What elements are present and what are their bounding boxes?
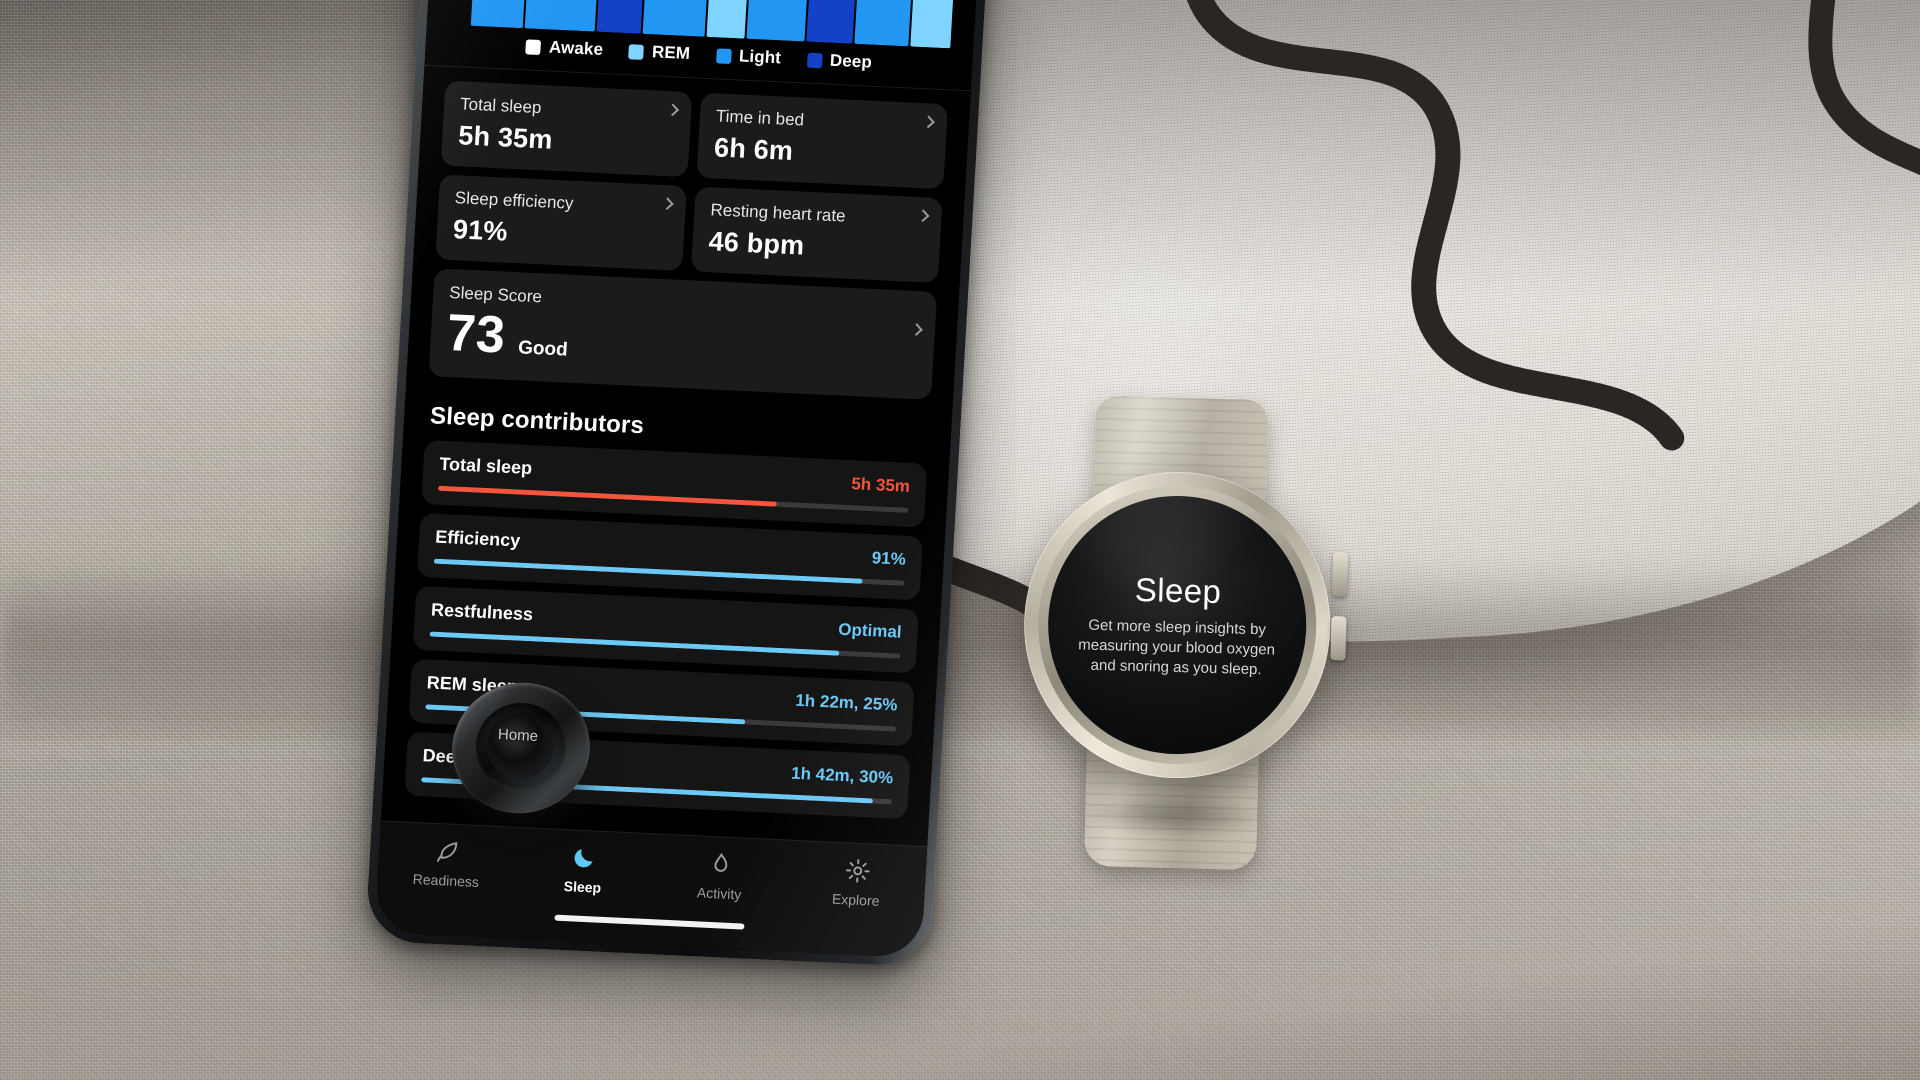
watch-screen-title: Sleep [1134,570,1222,610]
sparkle-icon [844,855,872,886]
contributor-name: Restfulness [430,599,534,625]
hypnogram-bar [642,0,709,37]
legend-item-light: Light [715,45,782,68]
contributor-value: 91% [871,548,907,569]
contributor-row[interactable]: Total sleep 5h 35m [421,440,928,528]
legend-label: Awake [548,37,604,59]
tab-label: Sleep [563,878,602,896]
hypnogram-bar [854,0,913,47]
metric-label: Resting heart rate [710,200,847,226]
watch-drop-shadow [1036,786,1308,846]
legend-item-deep: Deep [806,50,872,73]
leaf-icon [434,836,462,867]
metric-value: 5h 35m [457,120,554,155]
contributor-value: 5h 35m [850,474,911,496]
moon-icon [570,842,598,873]
tab-explore[interactable]: Explore [787,853,927,911]
watch-case: Sleep Get more sleep insights by measuri… [1020,468,1335,782]
scene: Awake REM Light Deep Total sleep 5h 35m Time … [0,0,1920,1080]
legend-label: Light [738,46,782,68]
legend-swatch-icon [628,43,645,60]
hypnogram-bar [470,0,527,29]
contributor-value: Optimal [837,619,903,642]
contributor-row[interactable]: Efficiency 91% [416,512,924,601]
legend-swatch-icon [525,38,542,55]
tab-label: Activity [696,884,742,903]
tab-sleep[interactable]: Sleep [514,840,654,898]
contributor-row[interactable]: Restfulness Optimal [412,585,919,674]
sofa-bottom-shading [0,740,1920,1080]
sleep-score-qualifier: Good [517,337,569,361]
metric-card[interactable]: Resting heart rate 46 bpm [690,186,943,284]
tab-label: Explore [831,890,880,909]
home-tab-label[interactable]: Home [498,726,539,745]
tab-activity[interactable]: Activity [650,846,790,904]
tab-readiness[interactable]: Readiness [377,833,517,891]
smartwatch: Sleep Get more sleep insights by measuri… [1006,394,1349,872]
legend-swatch-icon [806,52,823,68]
sleep-score-card[interactable]: Sleep Score 73 Good [428,268,938,400]
hypnogram-bar [706,0,751,39]
contributor-name: Total sleep [438,453,533,479]
metric-value: 46 bpm [707,226,806,261]
watch-screen-subtitle: Get more sleep insights by measuring you… [1078,616,1276,679]
metric-value: 6h 6m [713,132,794,167]
legend-swatch-icon [715,47,732,64]
metric-label: Total sleep [459,94,542,118]
legend-item-rem: REM [628,41,691,64]
contributor-progress-fill [437,485,777,507]
smartphone: Awake REM Light Deep Total sleep 5h 35m Time … [364,0,997,968]
hypnogram-bar [524,0,601,32]
watch-side-button-bottom[interactable] [1330,616,1347,661]
metric-label: Sleep efficiency [454,188,575,213]
sleep-score-value: 73 [445,304,507,365]
contributor-value: 1h 22m, 25% [794,690,898,715]
hypnogram-bar [910,0,958,49]
contributor-name: Efficiency [434,526,521,551]
legend-label: REM [651,42,691,64]
hypnogram-bar [806,0,859,44]
legend-label: Deep [829,50,873,72]
contributor-value: 1h 42m, 30% [790,763,894,788]
legend-item-awake: Awake [525,36,604,60]
hypnogram-bar [746,0,809,42]
metric-card[interactable]: Sleep efficiency 91% [435,174,687,271]
sleep-metrics-grid: Total sleep 5h 35m Time in bed 6h 6m Sleep e… [413,66,971,284]
metric-value: 91% [452,214,509,247]
metric-card[interactable]: Time in bed 6h 6m [696,92,949,190]
metric-card[interactable]: Total sleep 5h 35m [440,80,693,178]
sofa-crease [0,560,1920,730]
hypnogram-bar [596,0,644,34]
tab-label: Readiness [412,870,480,891]
metric-label: Time in bed [715,106,805,130]
flame-icon [707,849,735,880]
watch-side-button-top[interactable] [1332,552,1349,597]
